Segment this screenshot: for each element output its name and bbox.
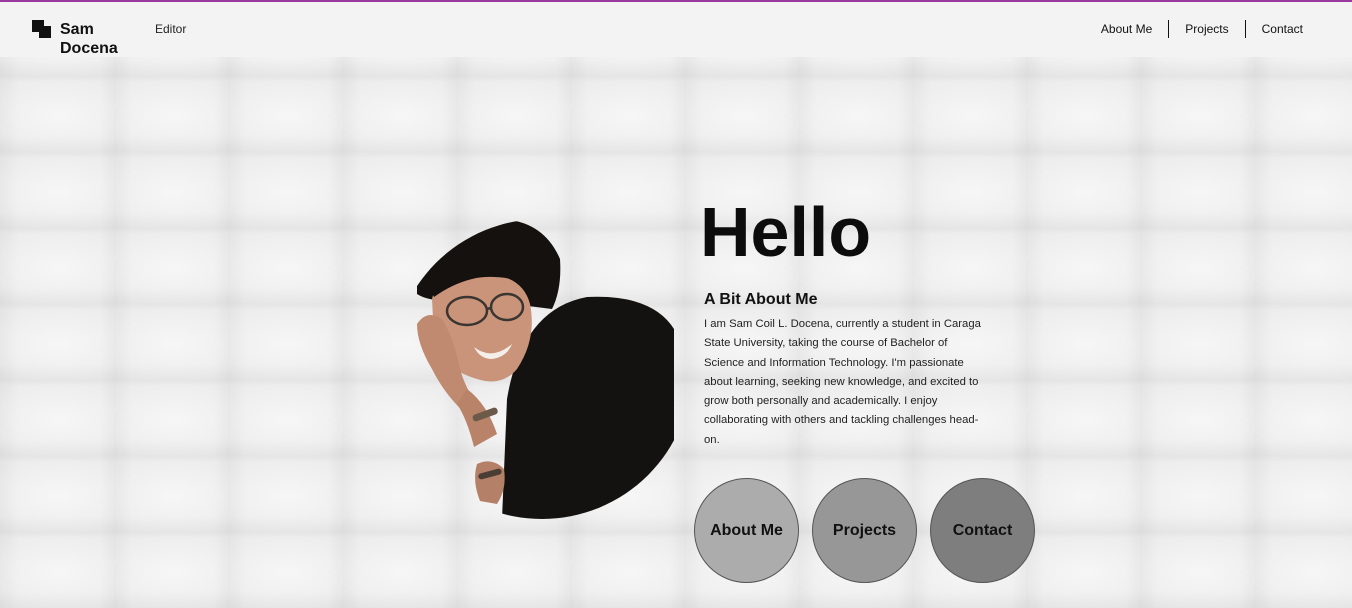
- brand-name[interactable]: Sam Docena: [60, 20, 118, 58]
- brand-last-name: Docena: [60, 40, 118, 57]
- site-header: Sam Docena Editor About Me Projects Cont…: [0, 2, 1352, 57]
- top-nav: About Me Projects Contact: [1101, 20, 1303, 38]
- nav-link-projects[interactable]: Projects: [1168, 20, 1244, 38]
- hero-title: Hello: [700, 193, 872, 271]
- about-heading: A Bit About Me: [704, 291, 818, 308]
- nav-link-about-me[interactable]: About Me: [1101, 20, 1168, 38]
- contact-circle-button[interactable]: Contact: [930, 478, 1035, 583]
- editor-label[interactable]: Editor: [155, 22, 186, 36]
- projects-circle-button[interactable]: Projects: [812, 478, 917, 583]
- brand-first-name: Sam: [60, 21, 94, 38]
- about-me-circle-button[interactable]: About Me: [694, 478, 799, 583]
- stacked-squares-icon[interactable]: [32, 20, 52, 40]
- about-paragraph: I am Sam Coil L. Docena, currently a stu…: [704, 318, 981, 446]
- nav-link-contact[interactable]: Contact: [1244, 20, 1303, 38]
- portrait-photo: [412, 219, 674, 519]
